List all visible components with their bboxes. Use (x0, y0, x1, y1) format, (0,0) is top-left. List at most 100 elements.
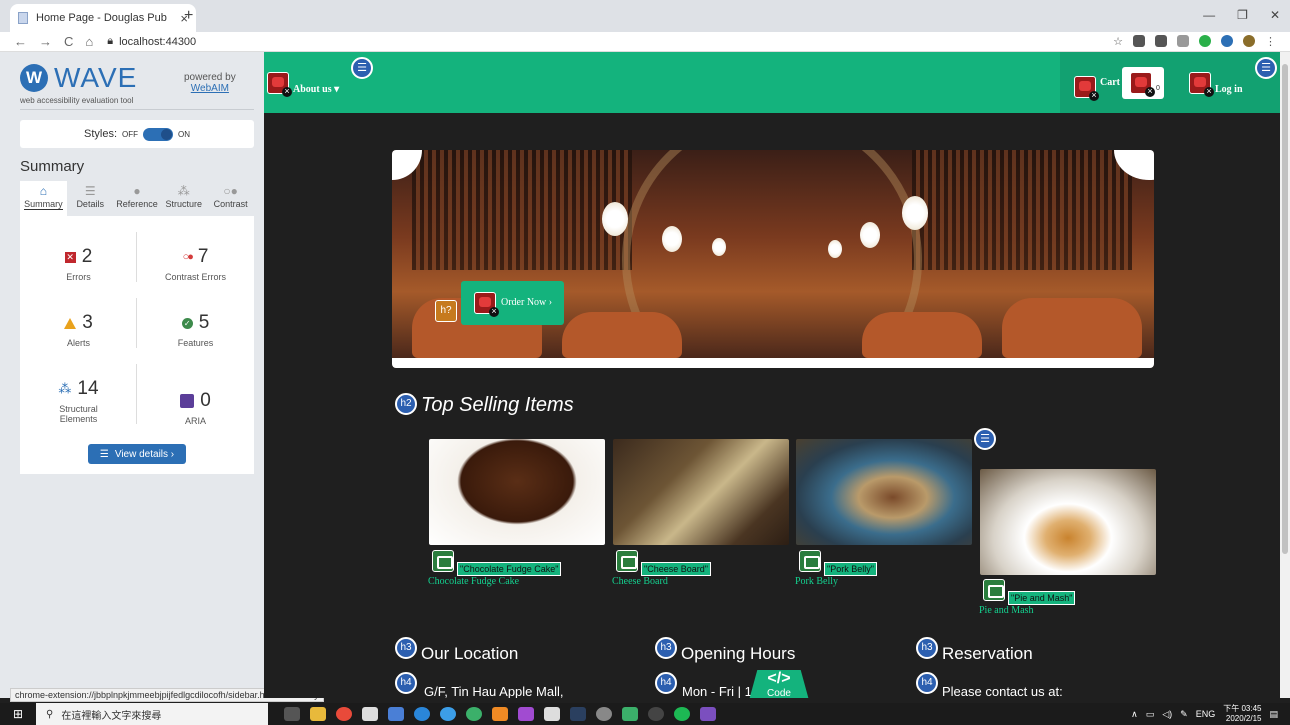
product-caption[interactable]: Cheese Board (612, 576, 668, 587)
mail-icon[interactable] (362, 707, 378, 721)
new-tab-button[interactable]: + (184, 7, 193, 25)
store-icon[interactable] (544, 707, 560, 721)
wave-structure-icon[interactable]: ☰ (1255, 57, 1277, 79)
app-icon[interactable] (648, 707, 664, 721)
stat-contrast-errors[interactable]: ○● 7 Contrast Errors (137, 246, 254, 282)
product-caption[interactable]: Pork Belly (795, 576, 838, 587)
steam-icon[interactable] (570, 707, 586, 721)
product-item[interactable] (613, 439, 789, 545)
structure-icon: ⁂ (58, 381, 72, 396)
wave-extension-icon[interactable] (1221, 35, 1233, 47)
stat-structural[interactable]: ⁂ 14 Structural Elements (20, 378, 137, 424)
extension-icon[interactable] (1133, 35, 1145, 47)
taskbar-clock[interactable]: 下午 03:45 2020/2/15 (1223, 704, 1261, 724)
lamp (828, 240, 842, 258)
wave-error-icon[interactable] (1074, 76, 1099, 101)
extension-icon[interactable] (1177, 35, 1189, 47)
product-caption[interactable]: Chocolate Fudge Cake (428, 576, 519, 587)
app-icon[interactable] (622, 707, 638, 721)
order-now-button[interactable]: Order Now › (461, 281, 564, 325)
wave-logo-text: WAVE (54, 62, 138, 93)
stat-errors[interactable]: ✕ 2 Errors (20, 246, 137, 282)
bookmark-star-icon[interactable]: ☆ (1113, 35, 1123, 48)
tab-structure[interactable]: ⁂ Structure (160, 181, 207, 216)
wave-error-icon[interactable] (267, 72, 292, 97)
tab-summary[interactable]: ⌂ Summary (20, 181, 67, 216)
tab-reference[interactable]: ● Reference (114, 181, 161, 216)
wave-structure-icon[interactable]: ☰ (351, 57, 373, 79)
url-field[interactable]: 🔒︎ localhost:44300 (107, 35, 196, 48)
wave-error-icon[interactable] (1189, 72, 1214, 97)
restore-icon[interactable]: ❐ (1237, 8, 1248, 22)
minimize-icon[interactable]: — (1203, 8, 1215, 22)
tab-label: Contrast (213, 199, 248, 209)
heading-h3-badge[interactable]: h3 (395, 637, 417, 659)
reload-icon[interactable]: C (64, 34, 73, 49)
browser-tab[interactable]: Home Page - Douglas Pub × (10, 4, 196, 32)
app-icon[interactable] (492, 707, 508, 721)
profile-avatar[interactable] (1243, 35, 1255, 47)
login-link[interactable]: Log in (1215, 84, 1243, 95)
network-icon[interactable]: ▭ (1146, 709, 1155, 720)
page-scrollbar[interactable] (1280, 52, 1290, 698)
input-language[interactable]: ENG (1196, 709, 1216, 719)
ie-icon[interactable] (440, 707, 456, 721)
forward-icon[interactable]: → (39, 34, 52, 49)
file-explorer-icon[interactable] (310, 707, 326, 721)
taskbar-search[interactable]: ⚲ 在這裡輸入文字來搜尋 (36, 703, 268, 725)
product-item[interactable] (796, 439, 972, 545)
edge-icon[interactable] (414, 707, 430, 721)
cart-badge-box[interactable]: 0 (1122, 67, 1164, 99)
stat-aria[interactable]: 0 ARIA (137, 390, 254, 426)
app-icon[interactable] (596, 707, 612, 721)
alt-text-icon[interactable] (616, 550, 638, 572)
heading-h4-badge[interactable]: h4 (916, 672, 938, 694)
extension-icon[interactable] (1155, 35, 1167, 47)
spotify-icon[interactable] (674, 707, 690, 721)
product-item[interactable] (980, 469, 1156, 575)
app-icon[interactable] (388, 707, 404, 721)
app-icon[interactable] (466, 707, 482, 721)
notification-icon[interactable]: ▤ (1269, 709, 1278, 720)
heading-h4-badge[interactable]: h4 (655, 672, 677, 694)
wave-code-button[interactable]: </> Code (748, 670, 810, 698)
stat-features[interactable]: ✓ 5 Features (137, 312, 254, 348)
clock-date: 2020/2/15 (1225, 714, 1262, 723)
wave-alert-icon[interactable]: h? (435, 300, 457, 322)
extension-icon[interactable] (1199, 35, 1211, 47)
windows-start-icon[interactable]: ⊞ (0, 707, 36, 721)
styles-toggle[interactable] (143, 127, 173, 141)
alt-text-icon[interactable] (799, 550, 821, 572)
stat-alerts[interactable]: 3 Alerts (20, 312, 137, 348)
about-us-link[interactable]: About us ▾ (293, 84, 339, 95)
visual-studio-icon[interactable] (700, 707, 716, 721)
wave-error-icon[interactable] (1130, 72, 1155, 97)
product-item[interactable] (429, 439, 605, 545)
volume-icon[interactable]: ◁) (1162, 709, 1172, 720)
tab-contrast[interactable]: ○● Contrast (207, 181, 254, 216)
home-icon[interactable]: ⌂ (85, 34, 93, 49)
back-icon[interactable]: ← (14, 34, 27, 49)
wave-error-icon[interactable] (474, 292, 499, 317)
heading-h3-badge[interactable]: h3 (655, 637, 677, 659)
our-location-heading: Our Location (421, 644, 519, 663)
tab-details[interactable]: ☰ Details (67, 181, 114, 216)
view-details-button[interactable]: ☰ View details › (88, 444, 186, 464)
alt-text-icon[interactable] (983, 579, 1005, 601)
heading-h3-badge[interactable]: h3 (916, 637, 938, 659)
heading-h4-badge[interactable]: h4 (395, 672, 417, 694)
webaim-link[interactable]: WebAIM (184, 83, 236, 94)
heading-h2-badge[interactable]: h2 (395, 393, 417, 415)
cart-link[interactable]: Cart (1100, 77, 1120, 88)
scrollbar-thumb[interactable] (1282, 64, 1288, 554)
menu-kebab-icon[interactable]: ⋮ (1265, 35, 1276, 48)
alt-text-icon[interactable] (432, 550, 454, 572)
close-window-icon[interactable]: ✕ (1270, 8, 1280, 22)
app-icon[interactable] (518, 707, 534, 721)
pen-icon[interactable]: ✎ (1180, 709, 1188, 720)
tray-chevron-icon[interactable]: ∧ (1131, 709, 1138, 720)
product-caption[interactable]: Pie and Mash (979, 605, 1033, 616)
chrome-icon[interactable] (336, 707, 352, 721)
wave-structure-icon[interactable]: ☰ (974, 428, 996, 450)
task-view-icon[interactable] (284, 707, 300, 721)
